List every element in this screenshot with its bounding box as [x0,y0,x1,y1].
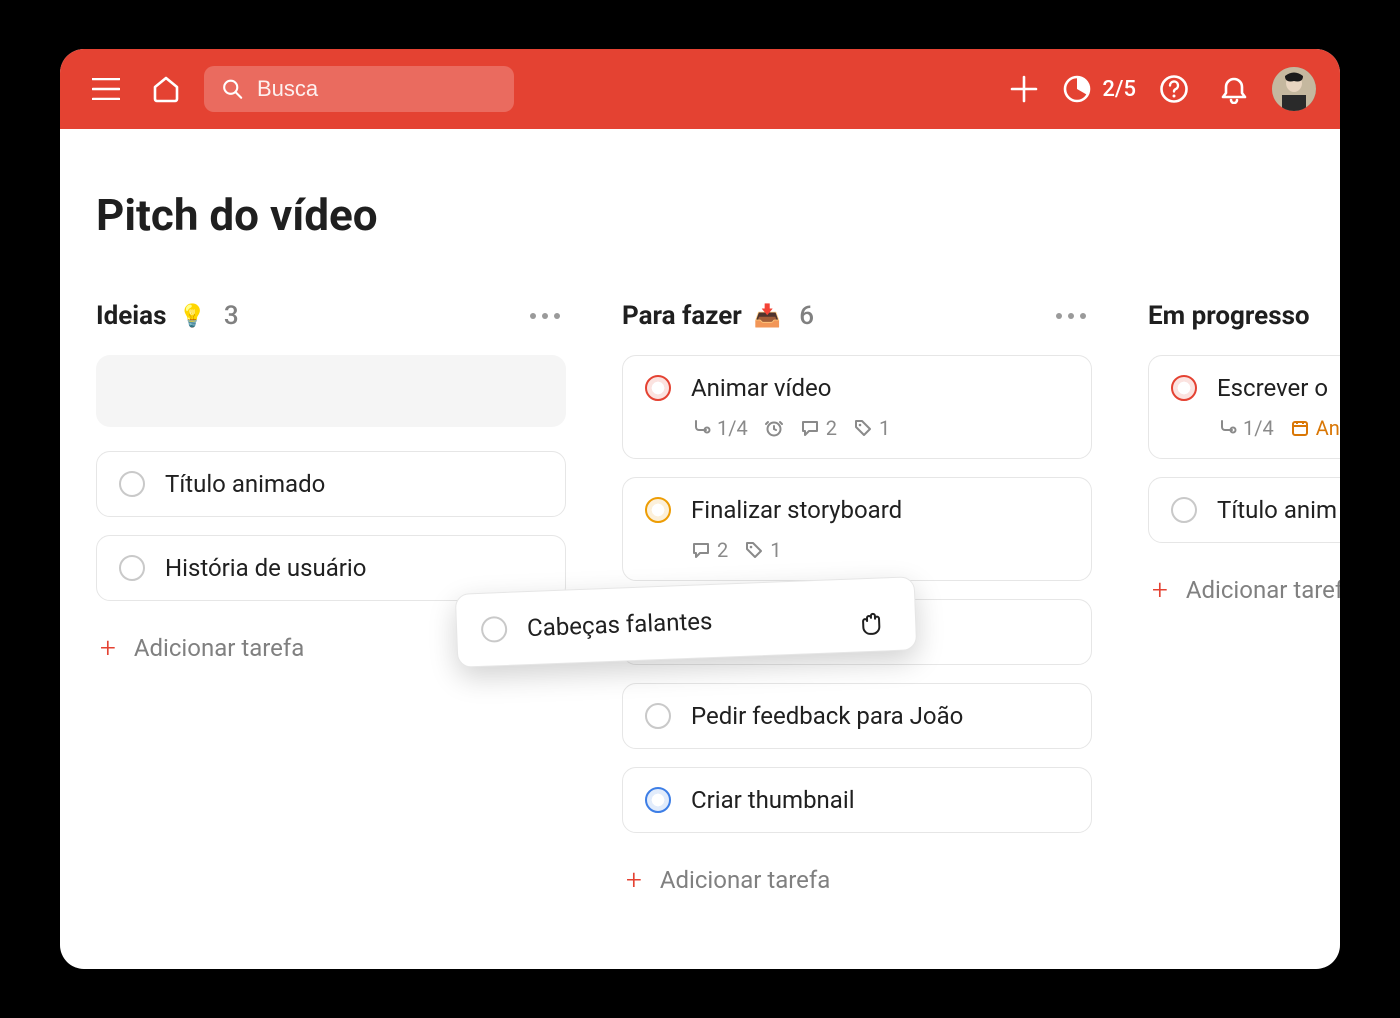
plus-icon: + [1152,573,1168,606]
task-checkbox[interactable] [645,375,671,401]
column-title: Ideias [96,301,166,331]
tag-icon: 1 [744,538,781,562]
add-task-button[interactable]: + Adicionar tarefa [1148,561,1340,618]
task-title: Finalizar storyboard [691,496,902,524]
add-icon[interactable] [1002,67,1046,111]
add-task-label: Adicionar tarefa [1186,576,1340,604]
task-checkbox[interactable] [1171,497,1197,523]
home-icon[interactable] [144,67,188,111]
task-checkbox[interactable] [1171,375,1197,401]
task-checkbox[interactable] [119,555,145,581]
column-header[interactable]: Ideias 💡 3 [96,301,566,331]
task-title: Escrever o [1217,374,1328,402]
ratio-text: 2/5 [1102,77,1136,102]
column-header[interactable]: Em progresso [1148,301,1340,331]
task-card[interactable]: Escrever o 1/4 An [1148,355,1340,459]
task-title: Título animado [165,470,325,498]
drop-placeholder [96,355,566,427]
grab-cursor-icon [855,606,888,639]
plus-icon: + [100,631,116,664]
column-title: Para fazer [622,301,742,331]
lightbulb-icon: 💡 [178,304,205,329]
plus-icon: + [626,863,642,896]
search-icon [222,77,243,101]
task-meta: 2 1 [691,538,1069,562]
app-window: 2/5 Pitch do vídeo Ideias 💡 3 [60,49,1340,969]
task-meta: 1/4 2 1 [691,416,1069,440]
task-card[interactable]: Título animado [96,451,566,517]
column-title: Em progresso [1148,301,1310,331]
task-title: História de usuário [165,554,366,582]
search-input[interactable] [257,76,496,102]
more-icon[interactable] [524,307,566,325]
column-count: 3 [224,301,239,331]
alarm-icon [764,418,784,438]
productivity-ratio[interactable]: 2/5 [1062,74,1136,104]
subtask-icon: 1/4 [1217,416,1274,440]
help-icon[interactable] [1152,67,1196,111]
column-header[interactable]: Para fazer 📥 6 [622,301,1092,331]
task-card[interactable]: Animar vídeo 1/4 2 [622,355,1092,459]
avatar[interactable] [1272,67,1316,111]
task-meta: 1/4 An [1217,416,1340,440]
topbar: 2/5 [60,49,1340,129]
task-checkbox[interactable] [645,703,671,729]
task-title: Pedir feedback para João [691,702,963,730]
add-task-label: Adicionar tarefa [660,866,830,894]
add-task-label: Adicionar tarefa [134,634,304,662]
menu-icon[interactable] [84,67,128,111]
task-title: Criar thumbnail [691,786,855,814]
more-icon[interactable] [1050,307,1092,325]
task-card[interactable]: Criar thumbnail [622,767,1092,833]
column-count: 6 [799,301,814,331]
task-title: Cabeças falantes [527,607,713,642]
column-em-progresso: Em progresso Escrever o 1/4 [1148,301,1340,969]
notifications-icon[interactable] [1212,67,1256,111]
task-card[interactable]: Título anim [1148,477,1340,543]
task-title: Animar vídeo [691,374,831,402]
task-card[interactable]: Finalizar storyboard 2 1 [622,477,1092,581]
task-title: Título anim [1217,496,1337,524]
task-card[interactable]: Pedir feedback para João [622,683,1092,749]
page-title: Pitch do vídeo [96,189,1304,241]
add-task-button[interactable]: + Adicionar tarefa [622,851,1092,908]
task-checkbox[interactable] [645,497,671,523]
task-checkbox[interactable] [119,471,145,497]
comment-icon: 2 [691,538,728,562]
inbox-icon: 📥 [754,304,781,329]
task-checkbox[interactable] [645,787,671,813]
pie-icon [1062,74,1092,104]
search-box[interactable] [204,66,514,112]
task-checkbox[interactable] [481,616,508,643]
content: Pitch do vídeo Ideias 💡 3 Título animado [60,129,1340,969]
task-card[interactable]: História de usuário [96,535,566,601]
subtask-icon: 1/4 [691,416,748,440]
comment-icon: 2 [800,416,837,440]
tag-icon: 1 [853,416,890,440]
date-icon: An [1290,416,1340,440]
